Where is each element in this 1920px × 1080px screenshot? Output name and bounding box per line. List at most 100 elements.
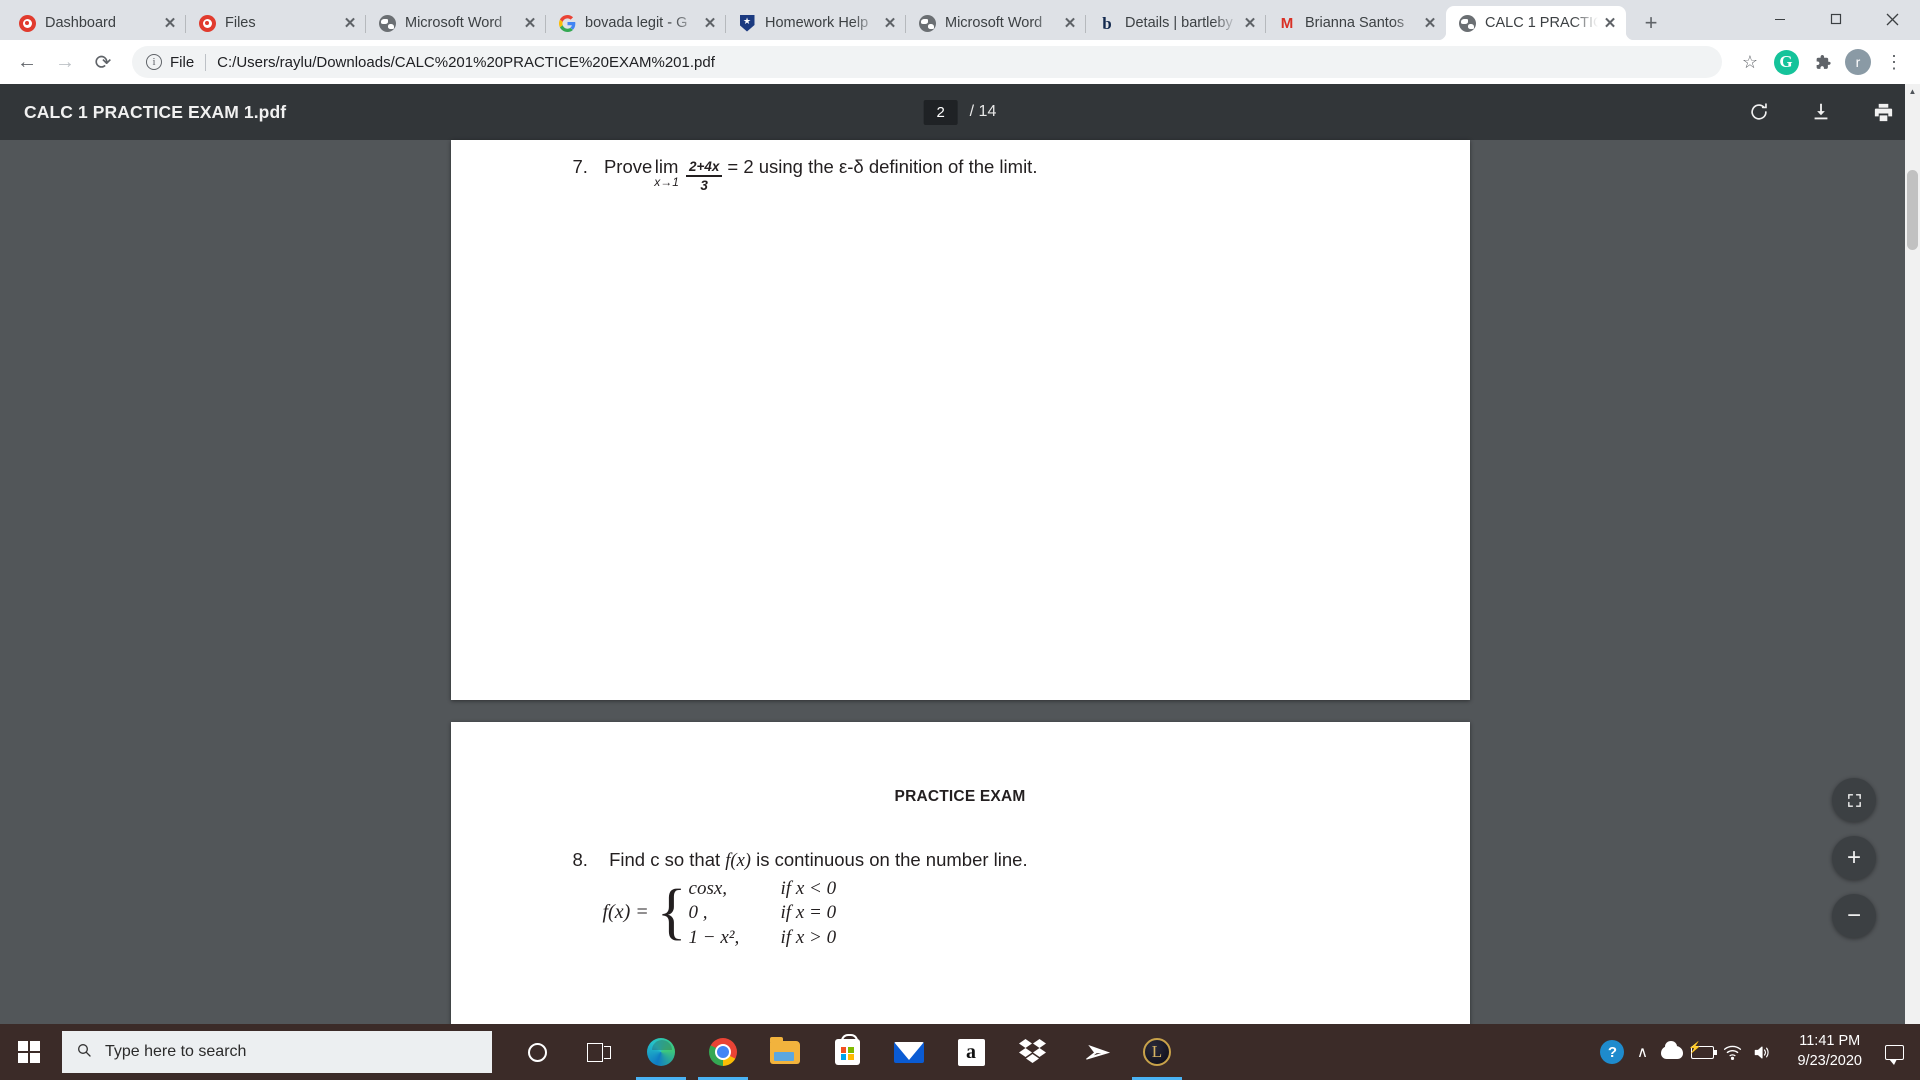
maximize-button[interactable] (1808, 0, 1864, 38)
taskbar-item-chrome[interactable] (692, 1024, 754, 1080)
pdf-page-1: 7. Prove lim x→1 2+4x 3 = 2 using the ε-… (450, 140, 1470, 700)
tab-microsoft-word-2[interactable]: Microsoft Word ✕ (905, 6, 1086, 40)
tab-gmail-brianna-santos[interactable]: M Brianna Santos ✕ (1265, 6, 1446, 40)
new-tab-button[interactable]: + (1634, 6, 1668, 40)
taskbar-item-file-explorer[interactable] (754, 1024, 816, 1080)
fit-to-page-button[interactable] (1832, 778, 1876, 822)
pdf-actions (1746, 99, 1896, 125)
zoom-out-button[interactable]: − (1832, 894, 1876, 938)
dropbox-icon (1019, 1039, 1047, 1065)
browser-toolbar: ← → ⟳ i File C:/Users/raylu/Downloads/CA… (0, 40, 1920, 84)
close-icon[interactable]: ✕ (700, 13, 720, 33)
tab-strip: Dashboard ✕ Files ✕ Microsoft Word ✕ bov… (0, 0, 1920, 40)
taskbar-clock[interactable]: 11:41 PM 9/23/2020 (1783, 1032, 1874, 1071)
fraction: 2+4x 3 (685, 159, 723, 193)
taskbar-item-bolt-app[interactable]: ➣ (1064, 1024, 1126, 1080)
tab-bovada-legit[interactable]: bovada legit - G ✕ (545, 6, 726, 40)
taskbar-item-microsoft-store[interactable] (816, 1024, 878, 1080)
page-number-input[interactable]: 2 (923, 99, 958, 125)
chrome-menu-icon[interactable]: ⋮ (1878, 46, 1910, 78)
tab-title: bovada legit - G (585, 15, 688, 31)
chrome-icon (709, 1038, 737, 1066)
case-condition: if x = 0 (780, 902, 837, 924)
question-8-text-b: is continuous on the number line. (756, 849, 1028, 870)
forward-button[interactable]: → (48, 45, 82, 79)
taskbar-items: a ➣ L (506, 1024, 1188, 1080)
address-bar[interactable]: i File C:/Users/raylu/Downloads/CALC%201… (132, 46, 1722, 78)
tab-title: Brianna Santos (1305, 15, 1405, 31)
case-value: 1 − x², (688, 926, 740, 948)
close-icon[interactable]: ✕ (1060, 13, 1080, 33)
google-icon (558, 14, 576, 32)
close-icon[interactable]: ✕ (880, 13, 900, 33)
question-8: 8. Find c so that f(x) is continuous on … (573, 849, 1028, 872)
task-view-icon (587, 1042, 611, 1062)
close-window-button[interactable] (1864, 0, 1920, 38)
scrollbar-thumb[interactable] (1907, 170, 1918, 250)
grammarly-icon[interactable]: G (1770, 46, 1802, 78)
search-icon (76, 1042, 92, 1063)
rotate-icon[interactable] (1746, 99, 1772, 125)
battery-charging-icon[interactable]: ⚡ (1687, 1042, 1717, 1059)
notification-icon (1884, 1044, 1904, 1065)
extensions-puzzle-icon[interactable] (1806, 46, 1838, 78)
taskbar-item-mail[interactable] (878, 1024, 940, 1080)
tab-title: Microsoft Word (405, 15, 503, 31)
canvas-icon (18, 14, 36, 32)
case-value: 0 , (688, 902, 708, 924)
scroll-up-arrow[interactable]: ▲ (1905, 84, 1920, 99)
tab-microsoft-word-1[interactable]: Microsoft Word ✕ (365, 6, 546, 40)
show-hidden-icons-chevron-up-icon[interactable]: ∧ (1627, 1043, 1657, 1061)
tab-files[interactable]: Files ✕ (185, 6, 366, 40)
taskbar-item-cortana[interactable] (506, 1024, 568, 1080)
system-tray: ? ∧ ⚡ 11:41 PM 9/23/2020 (1597, 1024, 1920, 1080)
tab-bartleby-details[interactable]: b Details | bartleby ✕ (1085, 6, 1266, 40)
bookmark-star-icon[interactable]: ☆ (1734, 46, 1766, 78)
zoom-in-button[interactable]: + (1832, 836, 1876, 880)
vertical-scrollbar[interactable]: ▲ (1905, 84, 1920, 1024)
piecewise-function: f(x) = { cosx, if x < 0 0 , if x = 0 1 − (603, 878, 911, 948)
page-total-label: / 14 (969, 103, 997, 120)
tab-title: Dashboard (45, 15, 116, 31)
profile-avatar[interactable]: r (1842, 46, 1874, 78)
case-condition: if x < 0 (780, 878, 837, 899)
taskbar-search-input[interactable]: Type here to search (62, 1031, 492, 1073)
minimize-button[interactable] (1752, 0, 1808, 38)
close-icon[interactable]: ✕ (340, 13, 360, 33)
tab-homework-help[interactable]: ★ Homework Help ✕ (725, 6, 906, 40)
tab-title: Microsoft Word (945, 15, 1043, 31)
volume-icon[interactable] (1747, 1044, 1777, 1061)
start-button[interactable] (0, 1024, 58, 1080)
back-button[interactable]: ← (10, 45, 44, 79)
practice-exam-header: PRACTICE EXAM (894, 788, 1026, 805)
taskbar-item-amazon[interactable]: a (940, 1024, 1002, 1080)
taskbar-item-league-of-legends[interactable]: L (1126, 1024, 1188, 1080)
help-icon[interactable]: ? (1597, 1040, 1627, 1064)
cortana-icon (527, 1042, 547, 1062)
tab-title: Details | bartleby (1125, 15, 1233, 31)
close-icon[interactable]: ✕ (1600, 13, 1620, 33)
windows-taskbar: Type here to search a ➣ L ? ∧ ⚡ 11:41 PM… (0, 1024, 1920, 1080)
onedrive-cloud-icon[interactable] (1657, 1040, 1687, 1059)
close-icon[interactable]: ✕ (520, 13, 540, 33)
close-icon[interactable]: ✕ (1420, 13, 1440, 33)
download-icon[interactable] (1808, 99, 1834, 125)
close-icon[interactable]: ✕ (1240, 13, 1260, 33)
taskbar-item-edge[interactable] (630, 1024, 692, 1080)
tab-title: CALC 1 PRACTICE EXAM 1.pdf (1485, 15, 1598, 31)
taskbar-item-task-view[interactable] (568, 1024, 630, 1080)
site-info-icon[interactable]: i (146, 54, 162, 70)
shield-icon: ★ (738, 14, 756, 32)
notification-center-button[interactable] (1874, 1044, 1914, 1065)
tab-calc-1-practice-exam[interactable]: CALC 1 PRACTICE EXAM 1.pdf ✕ (1438, 6, 1626, 40)
function-cases: cosx, if x < 0 0 , if x = 0 1 − x², if x… (689, 878, 911, 948)
pdf-viewer: CALC 1 PRACTICE EXAM 1.pdf 2 / 14 7. Pro… (0, 84, 1920, 1024)
pdf-scroll-area[interactable]: 7. Prove lim x→1 2+4x 3 = 2 using the ε-… (0, 140, 1920, 1024)
print-icon[interactable] (1870, 99, 1896, 125)
tab-dashboard[interactable]: Dashboard ✕ (6, 6, 186, 40)
limit-operator: lim x→1 (654, 156, 679, 189)
close-icon[interactable]: ✕ (160, 13, 180, 33)
taskbar-item-dropbox[interactable] (1002, 1024, 1064, 1080)
wifi-icon[interactable] (1717, 1044, 1747, 1060)
reload-button[interactable]: ⟳ (86, 45, 120, 79)
